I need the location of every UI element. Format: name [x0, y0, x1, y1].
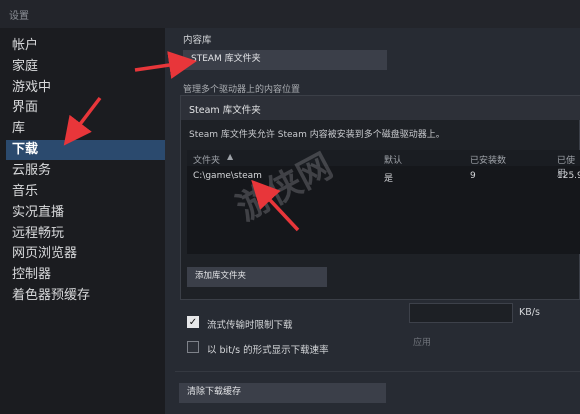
annotation-arrow-icon [63, 96, 102, 146]
annotation-overlay [63, 51, 300, 232]
annotation-arrow-icon [134, 51, 197, 79]
annotation-arrow-icon [251, 179, 300, 232]
